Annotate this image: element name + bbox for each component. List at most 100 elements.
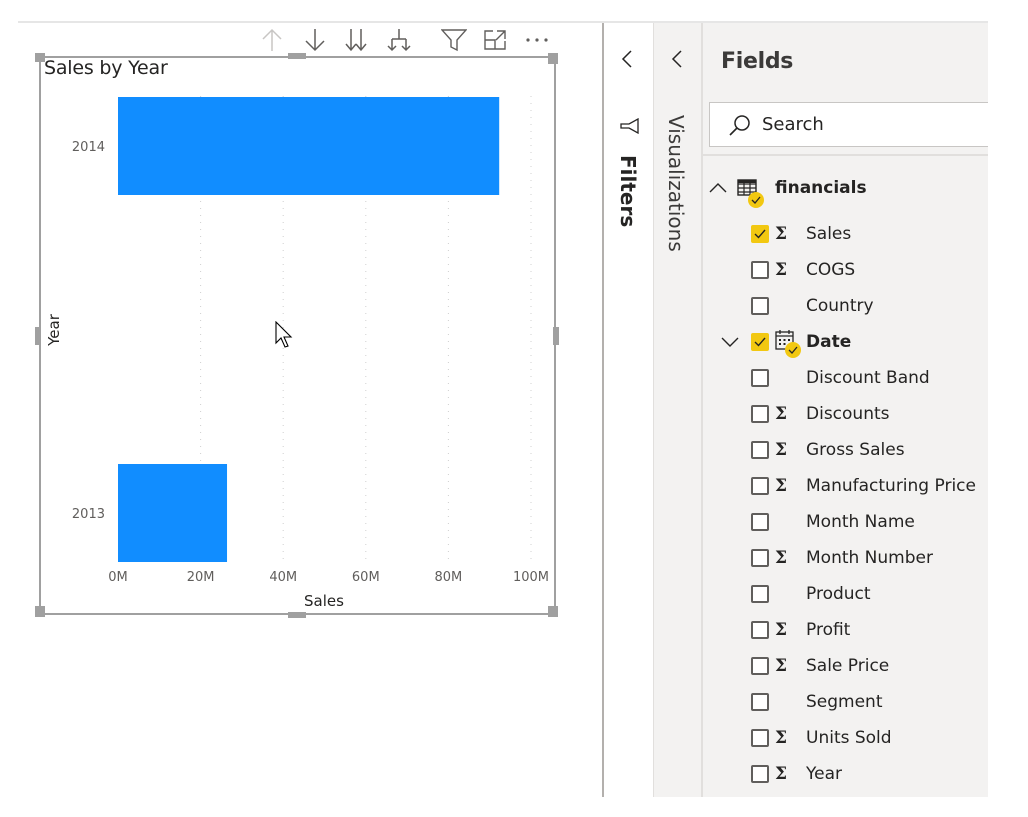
more-options-button[interactable] bbox=[523, 26, 551, 54]
field-checkbox[interactable] bbox=[751, 369, 769, 387]
field-item[interactable]: Σ Sales bbox=[703, 216, 988, 252]
field-label: Profit bbox=[806, 620, 851, 640]
chevron-left-icon bbox=[621, 50, 632, 68]
filters-pane: Filters bbox=[602, 23, 653, 797]
field-item[interactable]: Σ Month Number bbox=[703, 540, 988, 576]
focus-mode-button[interactable] bbox=[481, 26, 509, 54]
field-checkbox[interactable] bbox=[751, 441, 769, 459]
field-checkbox[interactable] bbox=[751, 693, 769, 711]
sigma-icon: Σ bbox=[775, 656, 788, 676]
field-checkbox[interactable] bbox=[751, 765, 769, 783]
field-label: Date bbox=[806, 332, 852, 352]
field-label: Units Sold bbox=[806, 728, 892, 748]
field-checkbox[interactable] bbox=[751, 333, 769, 351]
field-label: COGS bbox=[806, 260, 856, 280]
filters-pane-label[interactable]: Filters bbox=[616, 155, 640, 227]
field-item[interactable]: Σ Profit bbox=[703, 612, 988, 648]
field-checkbox[interactable] bbox=[751, 621, 769, 639]
search-divider bbox=[703, 154, 988, 156]
field-item[interactable]: Product bbox=[703, 576, 988, 612]
chevron-up-icon[interactable] bbox=[707, 177, 729, 199]
chevron-down-icon[interactable] bbox=[719, 331, 741, 353]
field-checkbox[interactable] bbox=[751, 549, 769, 567]
visual-filter-button[interactable] bbox=[440, 26, 468, 54]
double-arrow-down-icon bbox=[345, 29, 367, 52]
field-item[interactable]: Discount Band bbox=[703, 360, 988, 396]
sigma-icon: Σ bbox=[775, 728, 788, 748]
field-item[interactable]: Σ Sale Price bbox=[703, 648, 988, 684]
resize-handle-top[interactable] bbox=[288, 53, 306, 59]
field-label: Gross Sales bbox=[806, 440, 905, 460]
field-item[interactable]: Σ Year bbox=[703, 756, 988, 792]
fields-search-input[interactable] bbox=[762, 114, 962, 135]
drill-up-button[interactable] bbox=[258, 26, 286, 54]
resize-handle-bottom-left[interactable] bbox=[35, 606, 45, 617]
field-item[interactable]: Σ COGS bbox=[703, 252, 988, 288]
sigma-icon: Σ bbox=[775, 764, 788, 784]
search-icon bbox=[728, 113, 752, 137]
sigma-icon: Σ bbox=[775, 620, 788, 640]
field-item[interactable]: Σ Discounts bbox=[703, 396, 988, 432]
sigma-icon: Σ bbox=[775, 224, 788, 244]
field-label: Segment bbox=[806, 692, 883, 712]
field-item[interactable]: Month Name bbox=[703, 504, 988, 540]
field-checkbox[interactable] bbox=[751, 729, 769, 747]
fork-down-icon bbox=[387, 29, 411, 52]
fields-pane: Fields financials Σ Sales Σ COGS Country Date… bbox=[703, 23, 988, 797]
field-checkbox[interactable] bbox=[751, 477, 769, 495]
visualizations-pane-label[interactable]: Visualizations bbox=[664, 115, 688, 252]
field-label: Month Number bbox=[806, 548, 933, 568]
bar-2014[interactable] bbox=[118, 97, 500, 195]
sigma-icon: Σ bbox=[775, 476, 788, 496]
resize-handle-right[interactable] bbox=[553, 327, 559, 345]
field-label: Month Name bbox=[806, 512, 915, 532]
sigma-icon: Σ bbox=[775, 440, 788, 460]
sigma-icon: Σ bbox=[775, 260, 788, 280]
field-checkbox[interactable] bbox=[751, 513, 769, 531]
expand-visualizations-button[interactable] bbox=[662, 45, 692, 73]
field-checkbox[interactable] bbox=[751, 225, 769, 243]
visualizations-pane: Visualizations bbox=[653, 23, 703, 797]
field-item[interactable]: Σ Units Sold bbox=[703, 720, 988, 756]
drill-down-button[interactable] bbox=[301, 26, 329, 54]
arrow-down-icon bbox=[305, 29, 325, 52]
expand-all-down-button[interactable] bbox=[385, 26, 413, 54]
go-to-next-level-button[interactable] bbox=[342, 26, 370, 54]
field-checkbox[interactable] bbox=[751, 657, 769, 675]
focus-mode-icon bbox=[484, 30, 506, 50]
field-label: Discounts bbox=[806, 404, 890, 424]
sigma-icon: Σ bbox=[775, 404, 788, 424]
selected-check-badge bbox=[785, 342, 801, 358]
field-checkbox[interactable] bbox=[751, 261, 769, 279]
field-item[interactable]: Segment bbox=[703, 684, 988, 720]
resize-handle-top-right[interactable] bbox=[548, 53, 558, 64]
selected-check-badge bbox=[748, 192, 764, 208]
field-date-hierarchy[interactable]: Date bbox=[703, 324, 988, 360]
fields-pane-title: Fields bbox=[721, 49, 794, 74]
more-options-icon bbox=[526, 38, 548, 42]
expand-filters-button[interactable] bbox=[612, 45, 642, 73]
resize-handle-left[interactable] bbox=[35, 327, 41, 345]
field-label: Sale Price bbox=[806, 656, 890, 676]
bar-2013[interactable] bbox=[118, 464, 228, 562]
field-checkbox[interactable] bbox=[751, 585, 769, 603]
filter-icon bbox=[441, 29, 467, 52]
chevron-left-icon bbox=[671, 50, 682, 68]
sigma-icon: Σ bbox=[775, 548, 788, 568]
resize-handle-bottom[interactable] bbox=[288, 612, 306, 618]
field-label: Country bbox=[806, 296, 874, 316]
table-financials[interactable]: financials bbox=[703, 170, 988, 208]
field-item[interactable]: Σ Manufacturing Price bbox=[703, 468, 988, 504]
field-item[interactable]: Country bbox=[703, 288, 988, 324]
field-checkbox[interactable] bbox=[751, 297, 769, 315]
field-label: Manufacturing Price bbox=[806, 476, 976, 496]
resize-handle-bottom-right[interactable] bbox=[548, 606, 558, 617]
field-label: Product bbox=[806, 584, 871, 604]
arrow-up-icon bbox=[262, 28, 282, 51]
fields-search-box[interactable] bbox=[709, 102, 988, 147]
field-checkbox[interactable] bbox=[751, 405, 769, 423]
field-label: Year bbox=[806, 764, 842, 784]
field-label: Discount Band bbox=[806, 368, 930, 388]
field-item[interactable]: Σ Gross Sales bbox=[703, 432, 988, 468]
mouse-cursor-icon bbox=[275, 321, 293, 348]
